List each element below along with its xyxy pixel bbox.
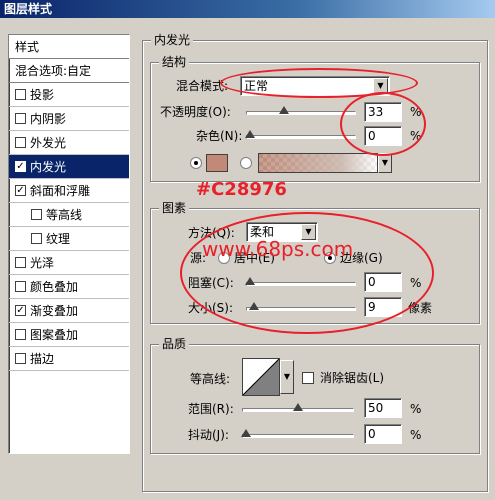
sidebar-item[interactable]: 投影 bbox=[9, 83, 129, 107]
size-slider-thumb[interactable] bbox=[248, 302, 259, 310]
color-annotation: #C28976 bbox=[196, 179, 287, 200]
blend-mode-label: 混合模式: bbox=[176, 79, 229, 93]
elements-title: 图素 bbox=[159, 201, 190, 215]
choke-unit: % bbox=[410, 276, 422, 290]
gradient-dropdown-button[interactable]: ▼ bbox=[378, 153, 392, 173]
sidebar-item-label: 斜面和浮雕 bbox=[30, 183, 91, 198]
opacity-unit: % bbox=[410, 105, 422, 119]
chevron-down-icon: ▼ bbox=[381, 158, 389, 167]
checkbox-icon[interactable] bbox=[15, 113, 26, 124]
gradient-radio[interactable] bbox=[240, 157, 252, 169]
opacity-slider-thumb[interactable] bbox=[278, 106, 289, 114]
checkbox-icon[interactable] bbox=[15, 137, 26, 148]
checkbox-icon[interactable] bbox=[31, 233, 42, 244]
chevron-down-icon: ▼ bbox=[283, 372, 291, 381]
antialias-checkbox[interactable] bbox=[302, 372, 314, 384]
jitter-slider-track[interactable] bbox=[242, 434, 354, 438]
quality-title: 品质 bbox=[159, 337, 190, 351]
styles-sidebar: 样式 混合选项:自定 投影内阴影外发光 ✓ 内发光 ✓ 斜面和浮雕等高线纹理光泽颜色叠加… bbox=[8, 34, 130, 454]
sidebar-item[interactable]: ✓ 斜面和浮雕 bbox=[9, 179, 129, 203]
noise-input[interactable]: 0 bbox=[364, 126, 402, 146]
choke-slider-track[interactable] bbox=[246, 282, 356, 286]
sidebar-item[interactable]: ✓ 内发光 bbox=[9, 155, 129, 179]
checkbox-icon[interactable] bbox=[15, 257, 26, 268]
range-input[interactable]: 50 bbox=[364, 398, 402, 418]
antialias-label: 消除锯齿(L) bbox=[320, 371, 385, 385]
sidebar-item-label: 内阴影 bbox=[30, 111, 67, 126]
contour-dropdown-button[interactable]: ▼ bbox=[280, 360, 294, 394]
noise-slider-thumb[interactable] bbox=[245, 130, 255, 138]
range-slider-thumb[interactable] bbox=[293, 403, 303, 411]
checkbox-checked-icon[interactable]: ✓ bbox=[15, 305, 26, 316]
inner-glow-title: 内发光 bbox=[151, 33, 194, 47]
range-label: 范围(R): bbox=[188, 402, 234, 416]
sidebar-item-label: 外发光 bbox=[30, 135, 67, 150]
choke-slider-thumb[interactable] bbox=[245, 277, 255, 285]
contour-curve-icon bbox=[242, 358, 280, 396]
opacity-label: 不透明度(O): bbox=[160, 105, 231, 119]
opacity-input[interactable]: 33 bbox=[364, 102, 402, 122]
sidebar-item[interactable]: 图案叠加 bbox=[9, 323, 129, 347]
chevron-down-icon: ▼ bbox=[373, 78, 388, 94]
sidebar-header: 样式 bbox=[9, 35, 129, 59]
sidebar-item-label: 等高线 bbox=[46, 207, 83, 222]
blend-mode-select[interactable]: 正常 ▼ bbox=[240, 76, 390, 96]
sidebar-item[interactable]: 等高线 bbox=[9, 203, 129, 227]
sidebar-item[interactable]: 内阴影 bbox=[9, 107, 129, 131]
checkbox-checked-icon[interactable]: ✓ bbox=[15, 161, 26, 172]
window-title: 图层样式 bbox=[0, 0, 495, 18]
checkbox-icon[interactable] bbox=[15, 353, 26, 364]
checkbox-checked-icon[interactable]: ✓ bbox=[15, 185, 26, 196]
contour-label: 等高线: bbox=[190, 372, 231, 386]
solid-color-radio[interactable] bbox=[190, 157, 202, 169]
range-unit: % bbox=[410, 402, 422, 416]
sidebar-item-label: 颜色叠加 bbox=[30, 279, 79, 294]
glow-color-swatch[interactable] bbox=[206, 154, 228, 172]
sidebar-item-label: 图案叠加 bbox=[30, 327, 79, 342]
size-unit: 像素 bbox=[408, 301, 433, 315]
sidebar-item[interactable]: 光泽 bbox=[9, 251, 129, 275]
checkbox-icon[interactable] bbox=[15, 329, 26, 340]
jitter-unit: % bbox=[410, 428, 422, 442]
sidebar-item-blend-options[interactable]: 混合选项:自定 bbox=[9, 59, 129, 83]
checkbox-icon[interactable] bbox=[15, 89, 26, 100]
sidebar-item[interactable]: ✓ 渐变叠加 bbox=[9, 299, 129, 323]
sidebar-item-label: 光泽 bbox=[30, 255, 55, 270]
checkbox-icon[interactable] bbox=[31, 209, 42, 220]
sidebar-item-label: 混合选项:自定 bbox=[15, 63, 92, 78]
noise-slider-track[interactable] bbox=[246, 135, 356, 139]
gradient-preview[interactable] bbox=[258, 153, 378, 173]
size-label: 大小(S): bbox=[188, 301, 234, 315]
sidebar-item[interactable]: 颜色叠加 bbox=[9, 275, 129, 299]
sidebar-item[interactable]: 纹理 bbox=[9, 227, 129, 251]
sidebar-item-label: 投影 bbox=[30, 87, 55, 102]
size-slider-track[interactable] bbox=[246, 307, 356, 311]
jitter-slider-thumb[interactable] bbox=[241, 429, 251, 437]
opacity-slider-track[interactable] bbox=[246, 111, 356, 115]
choke-label: 阻塞(C): bbox=[188, 276, 234, 290]
jitter-label: 抖动(J): bbox=[188, 428, 229, 442]
checkbox-icon[interactable] bbox=[15, 281, 26, 292]
sidebar-item[interactable]: 描边 bbox=[9, 347, 129, 371]
jitter-input[interactable]: 0 bbox=[364, 424, 402, 444]
sidebar-item-label: 描边 bbox=[30, 351, 55, 366]
size-input[interactable]: 9 bbox=[364, 297, 402, 317]
structure-title: 结构 bbox=[159, 55, 190, 69]
noise-unit: % bbox=[410, 129, 422, 143]
sidebar-item-label: 渐变叠加 bbox=[30, 303, 79, 318]
sidebar-item-label: 内发光 bbox=[30, 159, 67, 174]
noise-label: 杂色(N): bbox=[196, 129, 243, 143]
choke-input[interactable]: 0 bbox=[364, 272, 402, 292]
watermark-text: www.68ps.com bbox=[202, 237, 354, 261]
sidebar-item-label: 纹理 bbox=[46, 231, 71, 246]
blend-mode-value: 正常 bbox=[244, 79, 269, 93]
contour-preview[interactable] bbox=[242, 358, 280, 396]
sidebar-item[interactable]: 外发光 bbox=[9, 131, 129, 155]
